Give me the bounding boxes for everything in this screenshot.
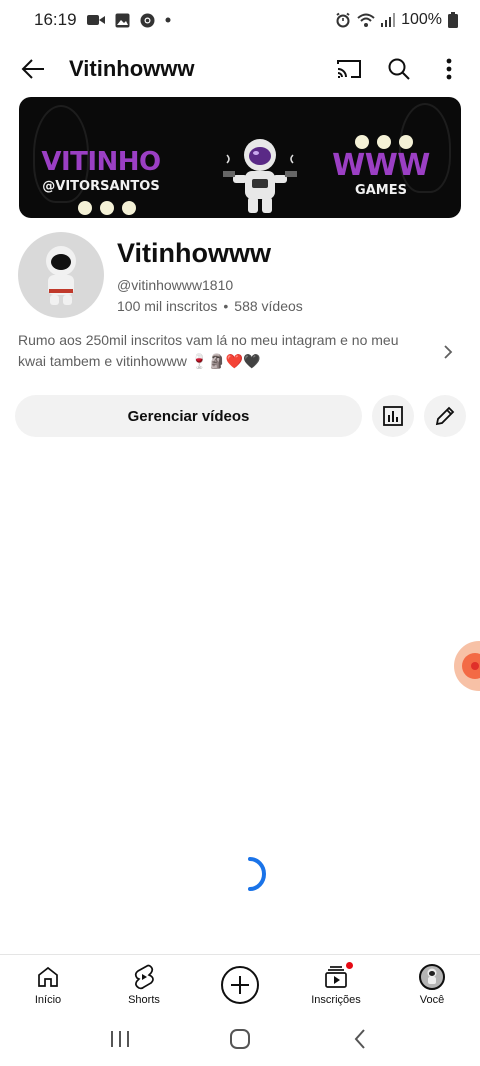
manage-videos-button[interactable]: Gerenciar vídeos [15, 395, 362, 437]
search-icon [388, 58, 410, 80]
dot-icon [165, 17, 171, 23]
battery-percent: 100% [401, 11, 442, 28]
nav-create[interactable] [192, 955, 288, 1012]
banner-right-subtitle: GAMES [355, 183, 407, 198]
chrome-icon [140, 13, 155, 28]
video-call-icon [86, 13, 105, 27]
analytics-icon [383, 406, 403, 426]
chevron-right-icon [444, 345, 453, 359]
battery-icon [448, 12, 458, 28]
channel-name: Vitinhowww [117, 238, 271, 268]
subscriber-count: 100 mil inscritos [117, 298, 218, 314]
nav-subscriptions[interactable]: Inscrições [288, 955, 384, 1012]
edit-channel-button[interactable] [424, 395, 466, 437]
page-title: Vitinhowww [69, 56, 195, 81]
home-system-button[interactable] [220, 1019, 260, 1059]
recents-button[interactable] [100, 1019, 140, 1059]
channel-description[interactable]: Rumo aos 250mil inscritos vam lá no meu … [18, 330, 423, 372]
cast-button[interactable] [324, 44, 374, 94]
nav-shorts-label: Shorts [128, 993, 160, 1006]
back-system-button[interactable] [340, 1019, 380, 1059]
analytics-button[interactable] [372, 395, 414, 437]
back-chevron-icon [354, 1029, 365, 1049]
home-icon [38, 966, 58, 987]
loading-spinner-icon [248, 857, 266, 891]
banner-left-subtitle: @VITORSANTOS [42, 179, 160, 194]
pencil-icon [435, 406, 455, 426]
system-navigation-bar [0, 1012, 480, 1066]
bottom-navigation: Início Shorts Inscrições Você [0, 954, 480, 1012]
channel-stats: 100 mil inscritos • 588 vídeos [117, 298, 303, 314]
nav-you-label: Você [419, 993, 445, 1006]
more-options-button[interactable] [424, 44, 474, 94]
floating-record-bubble[interactable] [454, 641, 480, 691]
you-avatar-icon [419, 963, 445, 990]
recents-icon [111, 1031, 129, 1047]
back-button[interactable] [5, 44, 61, 94]
channel-avatar[interactable] [18, 232, 104, 318]
wifi-icon [357, 13, 375, 28]
alarm-icon [335, 12, 351, 28]
video-count: 588 vídeos [234, 298, 303, 314]
more-vert-icon [446, 58, 452, 80]
description-more-button[interactable] [436, 340, 460, 364]
signal-icon [381, 13, 396, 27]
nav-shorts[interactable]: Shorts [96, 955, 192, 1012]
gallery-icon [115, 13, 130, 28]
cast-icon [337, 60, 361, 78]
stats-separator: • [223, 298, 229, 314]
back-arrow-icon [21, 59, 44, 79]
home-circle-icon [230, 1029, 250, 1049]
banner-right-title: WWW [332, 148, 430, 183]
nav-home-label: Início [34, 993, 62, 1006]
nav-you[interactable]: Você [384, 955, 480, 1012]
astronaut-icon [223, 139, 297, 213]
status-bar: 16:19 100% [0, 0, 480, 40]
nav-subscriptions-label: Inscrições [311, 993, 361, 1006]
subscriptions-icon [325, 965, 347, 988]
top-app-bar: Vitinhowww [0, 44, 480, 94]
search-button[interactable] [374, 44, 424, 94]
notification-dot [345, 960, 354, 970]
create-plus-icon [231, 975, 249, 994]
shorts-icon [134, 964, 154, 989]
astronaut-avatar-icon [46, 246, 76, 305]
channel-handle: @vitinhowww1810 [117, 277, 234, 293]
status-time: 16:19 [34, 10, 77, 29]
banner-left-title: VITINHO [41, 147, 161, 177]
channel-banner: VITINHO @VITORSANTOS WWW GAMES [19, 97, 461, 218]
nav-home[interactable]: Início [0, 955, 96, 1012]
